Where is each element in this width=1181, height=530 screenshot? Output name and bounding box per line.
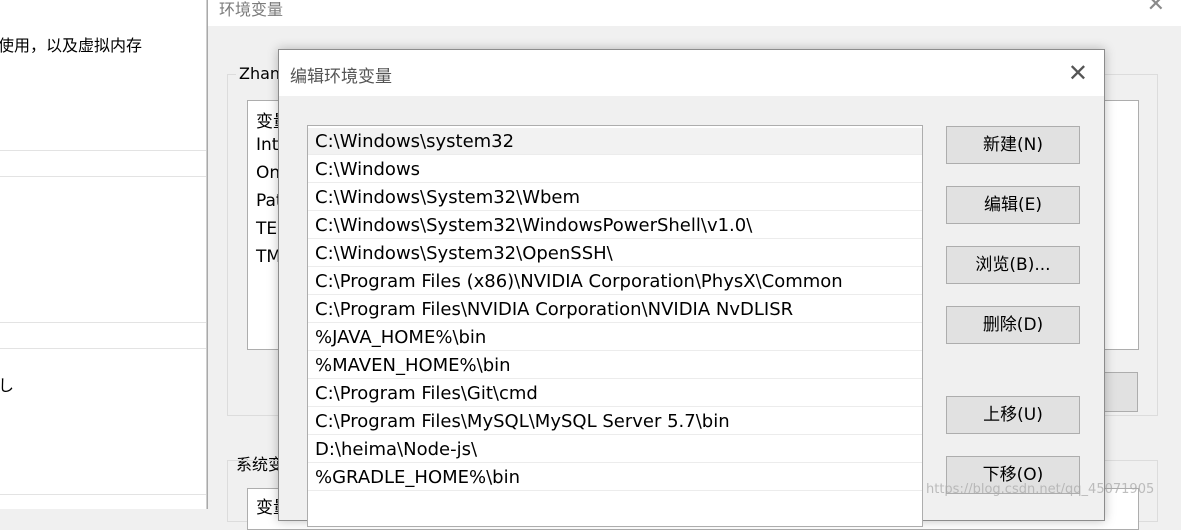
path-item[interactable]: %JAVA_HOME%\bin [308,324,922,351]
divider [0,322,206,323]
divider [0,494,206,495]
path-item[interactable]: D:\heima\Node-js\ [308,436,922,463]
window-title: 环境变量 [219,0,284,19]
divider [0,176,206,177]
delete-button[interactable]: 删除(D) [946,306,1080,344]
path-item[interactable]: C:\Windows [308,156,922,183]
title-bar: 环境变量 ✕ [208,0,1181,26]
system-properties-text: し [0,376,15,395]
system-properties-text: 使用，以及虚拟内存 [0,36,143,55]
user-variables-label: Zhan [236,64,284,83]
divider [0,348,206,349]
path-item[interactable]: %MAVEN_HOME%\bin [308,352,922,379]
list-item[interactable]: TE [256,219,277,239]
divider [0,150,206,151]
path-item[interactable]: C:\Program Files\NVIDIA Corporation\NVID… [308,296,922,323]
path-item[interactable]: C:\Program Files\MySQL\MySQL Server 5.7\… [308,408,922,435]
title-bar: 编辑环境变量 ✕ [279,50,1104,96]
new-button[interactable]: 新建(N) [946,126,1080,164]
browse-button[interactable]: 浏览(B)... [946,246,1080,284]
list-item[interactable]: On [256,163,280,183]
move-up-button[interactable]: 上移(U) [946,396,1080,434]
close-icon[interactable]: ✕ [1147,0,1165,17]
list-item[interactable]: Int [256,135,278,155]
edit-environment-variable-dialog: 编辑环境变量 ✕ C:\Windows\system32 C:\Windows … [278,49,1105,527]
dialog-title: 编辑环境变量 [290,67,392,87]
path-item[interactable]: C:\Windows\System32\Wbem [308,184,922,211]
user-variables-button[interactable] [1101,372,1138,412]
path-item[interactable]: C:\Windows\System32\WindowsPowerShell\v1… [308,212,922,239]
close-icon[interactable]: ✕ [1068,59,1088,87]
path-item[interactable]: C:\Program Files (x86)\NVIDIA Corporatio… [308,268,922,295]
path-item[interactable]: %GRADLE_HOME%\bin [308,464,922,491]
watermark-text: https://blog.csdn.net/qq_45071905 [926,482,1155,497]
path-item[interactable]: C:\Windows\system32 [308,128,922,155]
system-properties-window: 使用，以及虚拟内存 し [0,0,207,509]
path-item[interactable]: C:\Program Files\Git\cmd [308,380,922,407]
path-item[interactable]: C:\Windows\System32\OpenSSH\ [308,240,922,267]
path-list[interactable]: C:\Windows\system32 C:\Windows C:\Window… [307,125,923,527]
edit-button[interactable]: 编辑(E) [946,186,1080,224]
